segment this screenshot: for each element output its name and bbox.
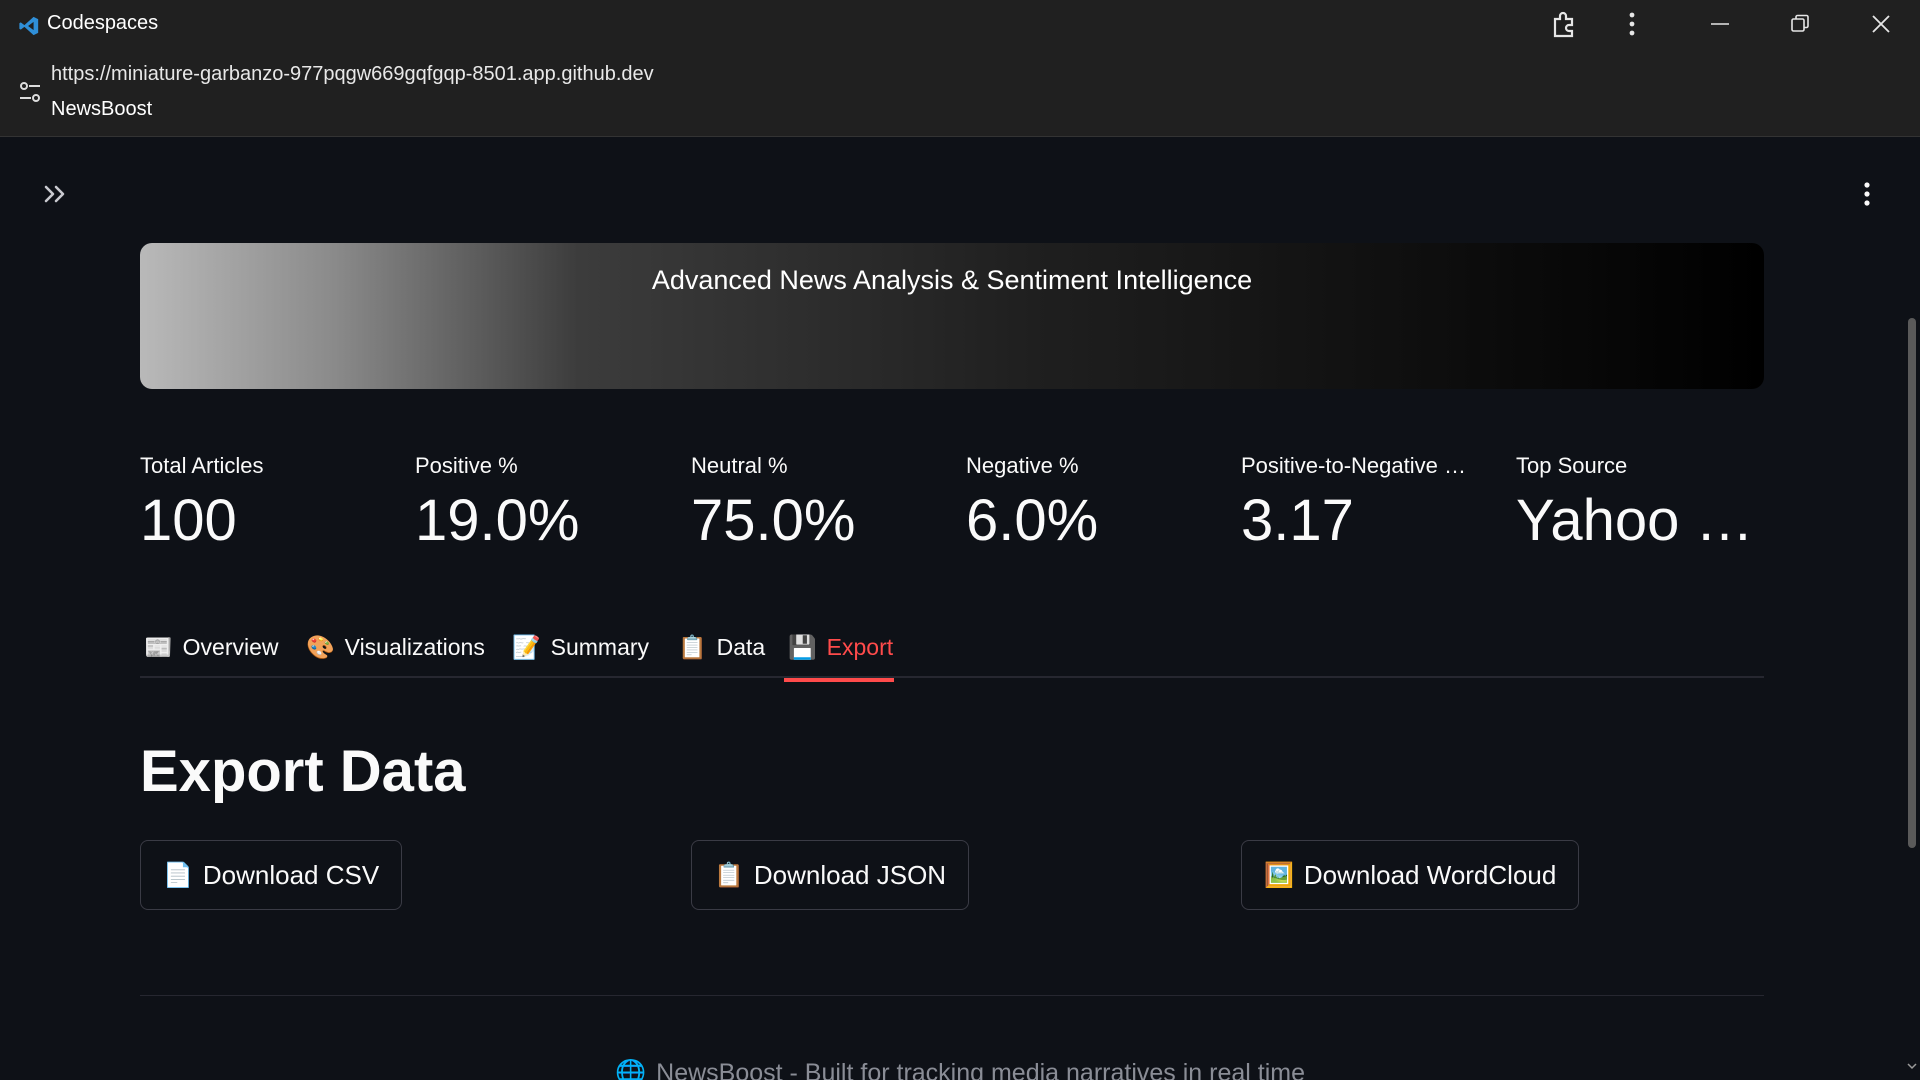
header-banner: Advanced News Analysis & Sentiment Intel…: [140, 243, 1764, 389]
document-icon: 📄: [163, 861, 193, 889]
download-json-button[interactable]: 📋 Download JSON: [691, 840, 970, 910]
tab-label: Summary: [550, 633, 650, 660]
download-csv-button[interactable]: 📄 Download CSV: [140, 840, 403, 910]
tab-label: Data: [716, 633, 766, 660]
metric-label: Negative %: [966, 453, 1079, 478]
minimize-icon: [1711, 22, 1729, 25]
metric-value: 19.0%: [415, 489, 580, 553]
tab-label: Export: [826, 633, 894, 660]
tab-label: Visualizations: [344, 633, 485, 660]
button-label: Download CSV: [202, 859, 380, 890]
metric-label: Positive-to-Negative …: [1241, 453, 1466, 478]
metric-negative: Negative % 6.0%: [966, 453, 1206, 553]
clipboard-icon: 📋: [678, 634, 707, 661]
close-window-button[interactable]: [1851, 0, 1911, 47]
footer-text: 🌐 NewsBoost - Built for tracking media na…: [0, 1058, 1920, 1080]
footer-caption: NewsBoost - Built for tracking media nar…: [656, 1059, 1305, 1080]
double-chevron-right-icon: [44, 185, 65, 203]
scroll-down-arrow-icon[interactable]: [1906, 1060, 1918, 1072]
metric-positive: Positive % 19.0%: [415, 453, 655, 553]
metric-label: Top Source: [1516, 453, 1628, 478]
minimize-button[interactable]: [1690, 0, 1750, 47]
tab-visualizations[interactable]: 🎨 Visualizations: [306, 616, 485, 678]
metric-value: 75.0%: [691, 489, 856, 553]
browser-menu-button[interactable]: [1602, 0, 1662, 47]
floppy-disk-icon: 💾: [788, 634, 817, 661]
metric-label: Positive %: [415, 453, 518, 478]
metric-pos-neg-ratio: Positive-to-Negative … 3.17: [1241, 453, 1481, 553]
metric-value: Yahoo …: [1516, 489, 1754, 553]
metrics-row: Total Articles 100 Positive % 19.0% Neut…: [140, 453, 1764, 573]
sidebar-toggle-button[interactable]: [40, 178, 72, 210]
tab-data[interactable]: 📋 Data: [678, 616, 765, 678]
metric-neutral: Neutral % 75.0%: [691, 453, 931, 553]
close-icon: [1872, 14, 1890, 33]
export-title: Export Data: [140, 739, 466, 804]
vscode-icon: [19, 16, 39, 36]
extension-icon: [1553, 11, 1574, 37]
button-label: Download WordCloud: [1303, 859, 1557, 890]
clipboard-icon: 📋: [714, 861, 744, 889]
sliders-icon[interactable]: [18, 80, 42, 104]
tab-export[interactable]: 💾 Export: [783, 616, 895, 682]
picture-icon: 🖼️: [1264, 861, 1294, 889]
window-titlebar: Codespaces: [0, 0, 1920, 47]
palette-icon: 🎨: [306, 634, 335, 661]
banner-tagline: Advanced News Analysis & Sentiment Intel…: [651, 265, 1253, 295]
page-name: NewsBoost: [51, 98, 153, 120]
memo-icon: 📝: [512, 634, 541, 661]
metric-value: 3.17: [1241, 489, 1354, 553]
newspaper-icon: 📰: [144, 634, 173, 661]
tab-summary[interactable]: 📝 Summary: [512, 616, 649, 678]
address-area: https://miniature-garbanzo-977pqgw669gqf…: [0, 47, 1920, 137]
globe-icon: 🌐: [615, 1058, 647, 1080]
scrollbar-thumb[interactable]: [1908, 318, 1916, 848]
download-wordcloud-button[interactable]: 🖼️ Download WordCloud: [1241, 840, 1580, 910]
app-content: Advanced News Analysis & Sentiment Intel…: [0, 138, 1920, 1080]
window-title: Codespaces: [47, 12, 159, 34]
metric-top-source: Top Source Yahoo …: [1516, 453, 1756, 553]
metric-total-articles: Total Articles 100: [140, 453, 380, 553]
metric-value: 100: [140, 489, 237, 553]
metric-label: Neutral %: [691, 453, 788, 478]
metric-value: 6.0%: [966, 489, 1099, 553]
app-main-menu-button[interactable]: [1852, 178, 1882, 210]
tab-label: Overview: [182, 633, 279, 660]
extension-button[interactable]: [1534, 0, 1594, 47]
button-label: Download JSON: [753, 859, 947, 890]
page-url[interactable]: https://miniature-garbanzo-977pqgw669gqf…: [51, 63, 654, 86]
restore-button[interactable]: [1770, 0, 1830, 47]
tab-overview[interactable]: 📰 Overview: [144, 616, 279, 678]
more-vertical-icon: [1629, 12, 1635, 35]
restore-icon: [1791, 14, 1809, 32]
footer-divider: [140, 995, 1764, 996]
more-vertical-icon: [1864, 182, 1870, 206]
tab-bar: 📰 Overview 🎨 Visualizations 📝 Summary 📋 …: [140, 616, 1764, 682]
metric-label: Total Articles: [140, 453, 264, 478]
